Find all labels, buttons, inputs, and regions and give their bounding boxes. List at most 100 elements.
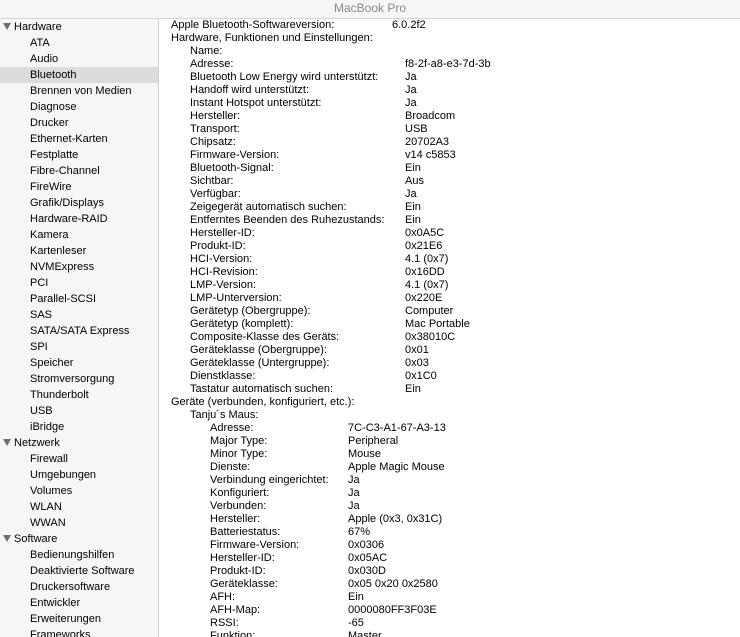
info-row: Apple Bluetooth-Softwareversion: 6.0.2f2 — [171, 19, 736, 32]
sidebar-item-brennen-von-medien[interactable]: Brennen von Medien — [0, 83, 158, 99]
sidebar-item-usb[interactable]: USB — [0, 403, 158, 419]
info-value: Ja — [348, 487, 360, 499]
info-key: Gerätetyp (komplett): — [190, 318, 294, 330]
info-value: 0x01 — [405, 344, 429, 356]
info-row: Produkt-ID: 0x21E6 — [171, 240, 736, 253]
info-key: Chipsatz: — [190, 136, 236, 148]
info-key: Tastatur automatisch suchen: — [190, 383, 334, 395]
info-value: 20702A3 — [405, 136, 450, 148]
sidebar-item-kartenleser[interactable]: Kartenleser — [0, 243, 158, 259]
info-row: Chipsatz: 20702A3 — [171, 136, 736, 149]
info-value: 7C-C3-A1-67-A3-13 — [348, 422, 446, 434]
disclosure-triangle-icon[interactable] — [3, 439, 11, 446]
sidebar-item-drucker[interactable]: Drucker — [0, 115, 158, 131]
info-key: Hardware, Funktionen und Einstellungen: — [171, 32, 373, 44]
info-value: 0x220E — [405, 292, 443, 304]
sidebar-section-netzwerk[interactable]: Netzwerk — [0, 435, 158, 451]
sidebar-item-frameworks[interactable]: Frameworks — [0, 627, 158, 637]
disclosure-triangle-icon[interactable] — [3, 23, 11, 30]
info-key: Adresse: — [210, 422, 254, 434]
info-value: Ja — [405, 71, 417, 83]
sidebar-item-festplatte[interactable]: Festplatte — [0, 147, 158, 163]
sidebar-item-sata-sata-express[interactable]: SATA/SATA Express — [0, 323, 158, 339]
info-row: LMP-Unterversion: 0x220E — [171, 292, 736, 305]
sidebar-item-umgebungen[interactable]: Umgebungen — [0, 467, 158, 483]
info-value: f8-2f-a8-e3-7d-3b — [405, 58, 491, 70]
info-row: Adresse: 7C-C3-A1-67-A3-13 — [171, 422, 736, 435]
info-value: Master — [348, 630, 382, 637]
sidebar-item-firewall[interactable]: Firewall — [0, 451, 158, 467]
sidebar-item-speicher[interactable]: Speicher — [0, 355, 158, 371]
info-key: Major Type: — [210, 435, 268, 447]
info-row: Adresse: f8-2f-a8-e3-7d-3b — [171, 58, 736, 71]
sidebar-item-bedienungshilfen[interactable]: Bedienungshilfen — [0, 547, 158, 563]
sidebar-item-wlan[interactable]: WLAN — [0, 499, 158, 515]
info-value: v14 c5853 — [405, 149, 456, 161]
info-key: Hersteller: — [190, 110, 241, 122]
info-row: LMP-Version: 4.1 (0x7) — [171, 279, 736, 292]
info-value: Peripheral — [348, 435, 399, 447]
sidebar-item-ata[interactable]: ATA — [0, 35, 158, 51]
info-row: Gerätetyp (Obergruppe): Computer — [171, 305, 736, 318]
sidebar-item-ethernet-karten[interactable]: Ethernet-Karten — [0, 131, 158, 147]
sidebar-section-software[interactable]: Software — [0, 531, 158, 547]
sidebar-item-hardware-raid[interactable]: Hardware-RAID — [0, 211, 158, 227]
info-row: Tastatur automatisch suchen: Ein — [171, 383, 736, 396]
info-value: Ja — [405, 84, 417, 96]
info-key: HCI-Revision: — [190, 266, 258, 278]
sidebar-item-firewire[interactable]: FireWire — [0, 179, 158, 195]
sidebar-item-spi[interactable]: SPI — [0, 339, 158, 355]
info-value: Ein — [348, 591, 364, 603]
sidebar-item-deaktivierte-software[interactable]: Deaktivierte Software — [0, 563, 158, 579]
info-row: HCI-Version: 4.1 (0x7) — [171, 253, 736, 266]
info-key: Firmware-Version: — [210, 539, 300, 551]
info-row: Handoff wird unterstützt: Ja — [171, 84, 736, 97]
info-row: Funktion: Master — [171, 630, 736, 637]
info-key: Dienstklasse: — [190, 370, 256, 382]
sidebar-section-hardware[interactable]: Hardware — [0, 19, 158, 35]
sidebar-item-pci[interactable]: PCI — [0, 275, 158, 291]
info-key: Apple Bluetooth-Softwareversion: — [171, 19, 335, 31]
info-row: Geräteklasse: 0x05 0x20 0x2580 — [171, 578, 736, 591]
info-row: Konfiguriert: Ja — [171, 487, 736, 500]
sidebar-item-sas[interactable]: SAS — [0, 307, 158, 323]
info-key: Composite-Klasse des Geräts: — [190, 331, 340, 343]
info-value: 0x21E6 — [405, 240, 443, 252]
sidebar-item-parallel-scsi[interactable]: Parallel-SCSI — [0, 291, 158, 307]
sidebar-item-diagnose[interactable]: Diagnose — [0, 99, 158, 115]
info-key: LMP-Unterversion: — [190, 292, 282, 304]
info-value: 0x38010C — [405, 331, 456, 343]
sidebar-item-grafik-displays[interactable]: Grafik/Displays — [0, 195, 158, 211]
info-value: Mouse — [348, 448, 382, 460]
sidebar-item-entwickler[interactable]: Entwickler — [0, 595, 158, 611]
sidebar-item-erweiterungen[interactable]: Erweiterungen — [0, 611, 158, 627]
info-key: Bluetooth Low Energy wird unterstützt: — [190, 71, 379, 83]
info-row: Bluetooth Low Energy wird unterstützt: Ja — [171, 71, 736, 84]
info-value: Ein — [405, 162, 421, 174]
sidebar-item-ibridge[interactable]: iBridge — [0, 419, 158, 435]
sidebar-item-fibre-channel[interactable]: Fibre-Channel — [0, 163, 158, 179]
window-titlebar[interactable]: MacBook Pro — [0, 0, 740, 19]
info-value: Ein — [405, 201, 421, 213]
info-key: LMP-Version: — [190, 279, 257, 291]
info-value: Broadcom — [405, 110, 456, 122]
sidebar-item-volumes[interactable]: Volumes — [0, 483, 158, 499]
info-value: 0x0306 — [348, 539, 385, 551]
sidebar-item-thunderbolt[interactable]: Thunderbolt — [0, 387, 158, 403]
sidebar-item-audio[interactable]: Audio — [0, 51, 158, 67]
sidebar-item-wwan[interactable]: WWAN — [0, 515, 158, 531]
info-key: Geräteklasse (Untergruppe): — [190, 357, 330, 369]
sidebar-item-kamera[interactable]: Kamera — [0, 227, 158, 243]
disclosure-triangle-icon[interactable] — [3, 535, 11, 542]
sidebar[interactable]: Hardware ATA Audio Bluetooth Brennen von Med… — [0, 19, 159, 637]
info-key: Produkt-ID: — [190, 240, 246, 252]
sidebar-item-nvmexpress[interactable]: NVMExpress — [0, 259, 158, 275]
info-value: 67% — [348, 526, 371, 538]
info-row: Geräteklasse (Obergruppe): 0x01 — [171, 344, 736, 357]
info-key: RSSI: — [210, 617, 239, 629]
sidebar-item-druckersoftware[interactable]: Druckersoftware — [0, 579, 158, 595]
sidebar-item-stromversorgung[interactable]: Stromversorgung — [0, 371, 158, 387]
info-key: Verbunden: — [210, 500, 267, 512]
sidebar-item-bluetooth[interactable]: Bluetooth — [0, 67, 158, 83]
info-key: Konfiguriert: — [210, 487, 270, 499]
